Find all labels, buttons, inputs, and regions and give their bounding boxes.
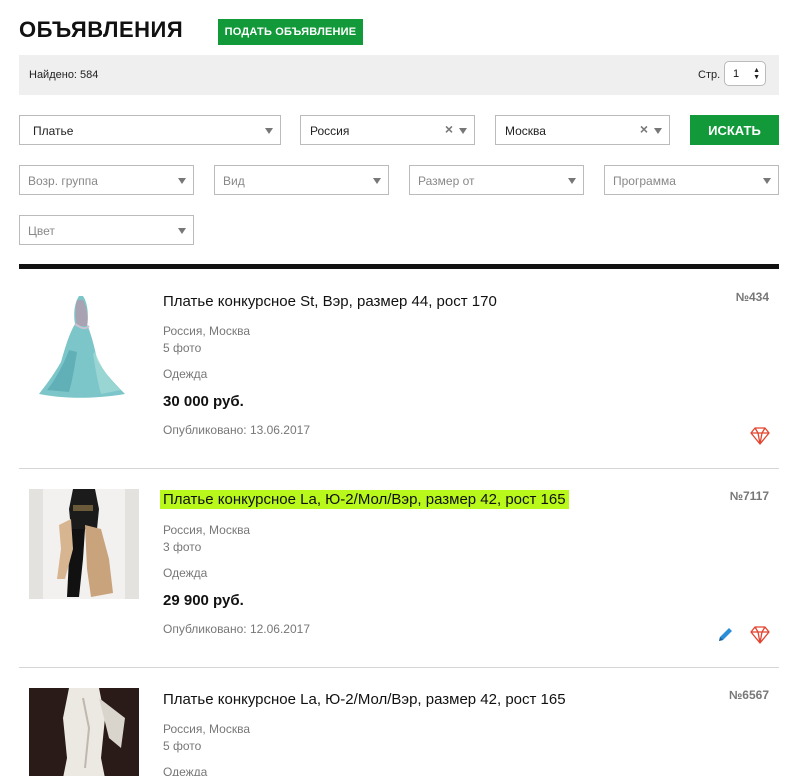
page-select[interactable]: 1 ▲ ▼ xyxy=(724,61,766,86)
city-select[interactable]: Москва × xyxy=(495,115,670,145)
listing-published: Опубликовано: 12.06.2017 xyxy=(163,622,311,636)
country-select-value: Россия xyxy=(310,124,350,138)
listing-number: №6567 xyxy=(728,688,769,702)
listing-number: №434 xyxy=(735,290,769,304)
listing-card: Платье конкурсное La, Ю-2/Мол/Вэр, разме… xyxy=(0,668,797,776)
listing-published: Опубликовано: 13.06.2017 xyxy=(163,423,311,437)
listing-title[interactable]: Платье конкурсное La, Ю-2/Мол/Вэр, разме… xyxy=(163,691,566,708)
listing-number: №7117 xyxy=(729,489,769,503)
listing-card: Платье конкурсное St, Вэр, размер 44, ро… xyxy=(0,270,797,468)
listing-photo-count: 5 фото xyxy=(163,341,202,355)
listing-title[interactable]: Платье конкурсное St, Вэр, размер 44, ро… xyxy=(163,293,497,310)
listing-location: Россия, Москва xyxy=(163,523,250,537)
page-select-value: 1 xyxy=(733,68,740,80)
listing-photo[interactable] xyxy=(29,688,139,776)
gem-icon[interactable] xyxy=(750,626,770,644)
type-placeholder: Вид xyxy=(223,174,245,188)
listing-photo[interactable] xyxy=(29,290,139,400)
gem-icon[interactable] xyxy=(750,427,770,445)
updown-arrows-icon: ▲ ▼ xyxy=(753,67,760,81)
listing-title[interactable]: Платье конкурсное La, Ю-2/Мол/Вэр, разме… xyxy=(160,490,569,509)
listing-card: Платье конкурсное La, Ю-2/Мол/Вэр, разме… xyxy=(0,469,797,667)
listing-category: Одежда xyxy=(163,367,208,381)
listing-location: Россия, Москва xyxy=(163,324,250,338)
category-select[interactable]: Платье xyxy=(19,115,281,145)
chevron-down-icon xyxy=(568,178,576,184)
chevron-down-icon xyxy=(654,128,662,134)
pencil-icon[interactable] xyxy=(716,626,736,644)
listing-location: Россия, Москва xyxy=(163,722,250,736)
listing-photo[interactable] xyxy=(29,489,139,599)
post-ad-button[interactable]: ПОДАТЬ ОБЪЯВЛЕНИЕ xyxy=(218,19,363,45)
category-select-value: Платье xyxy=(33,124,74,138)
chevron-down-icon xyxy=(459,128,467,134)
chevron-down-icon xyxy=(373,178,381,184)
results-bar: Найдено: 584 Стр. 1 ▲ ▼ xyxy=(19,55,779,95)
page-label: Стр. xyxy=(698,69,721,81)
country-select[interactable]: Россия × xyxy=(300,115,475,145)
search-button[interactable]: ИСКАТЬ xyxy=(690,115,779,145)
chevron-down-icon xyxy=(178,178,186,184)
listing-price: 29 900 руб. xyxy=(163,592,244,609)
listing-price: 30 000 руб. xyxy=(163,393,244,410)
size-placeholder: Размер от xyxy=(418,174,475,188)
color-placeholder: Цвет xyxy=(28,224,55,238)
listing-category: Одежда xyxy=(163,765,208,776)
clear-icon[interactable]: × xyxy=(640,121,648,137)
program-select[interactable]: Программа xyxy=(604,165,779,195)
type-select[interactable]: Вид xyxy=(214,165,389,195)
city-select-value: Москва xyxy=(505,124,546,138)
chevron-down-icon xyxy=(178,228,186,234)
chevron-down-icon xyxy=(763,178,771,184)
listing-category: Одежда xyxy=(163,566,208,580)
age-group-select[interactable]: Возр. группа xyxy=(19,165,194,195)
listing-photo-count: 3 фото xyxy=(163,540,202,554)
found-count: Найдено: 584 xyxy=(29,69,99,81)
color-select[interactable]: Цвет xyxy=(19,215,194,245)
divider xyxy=(19,264,779,269)
listing-photo-count: 5 фото xyxy=(163,739,202,753)
age-group-placeholder: Возр. группа xyxy=(28,174,98,188)
size-select[interactable]: Размер от xyxy=(409,165,584,195)
chevron-down-icon xyxy=(265,128,273,134)
page-title: ОБЪЯВЛЕНИЯ xyxy=(19,17,184,42)
clear-icon[interactable]: × xyxy=(445,121,453,137)
program-placeholder: Программа xyxy=(613,174,676,188)
